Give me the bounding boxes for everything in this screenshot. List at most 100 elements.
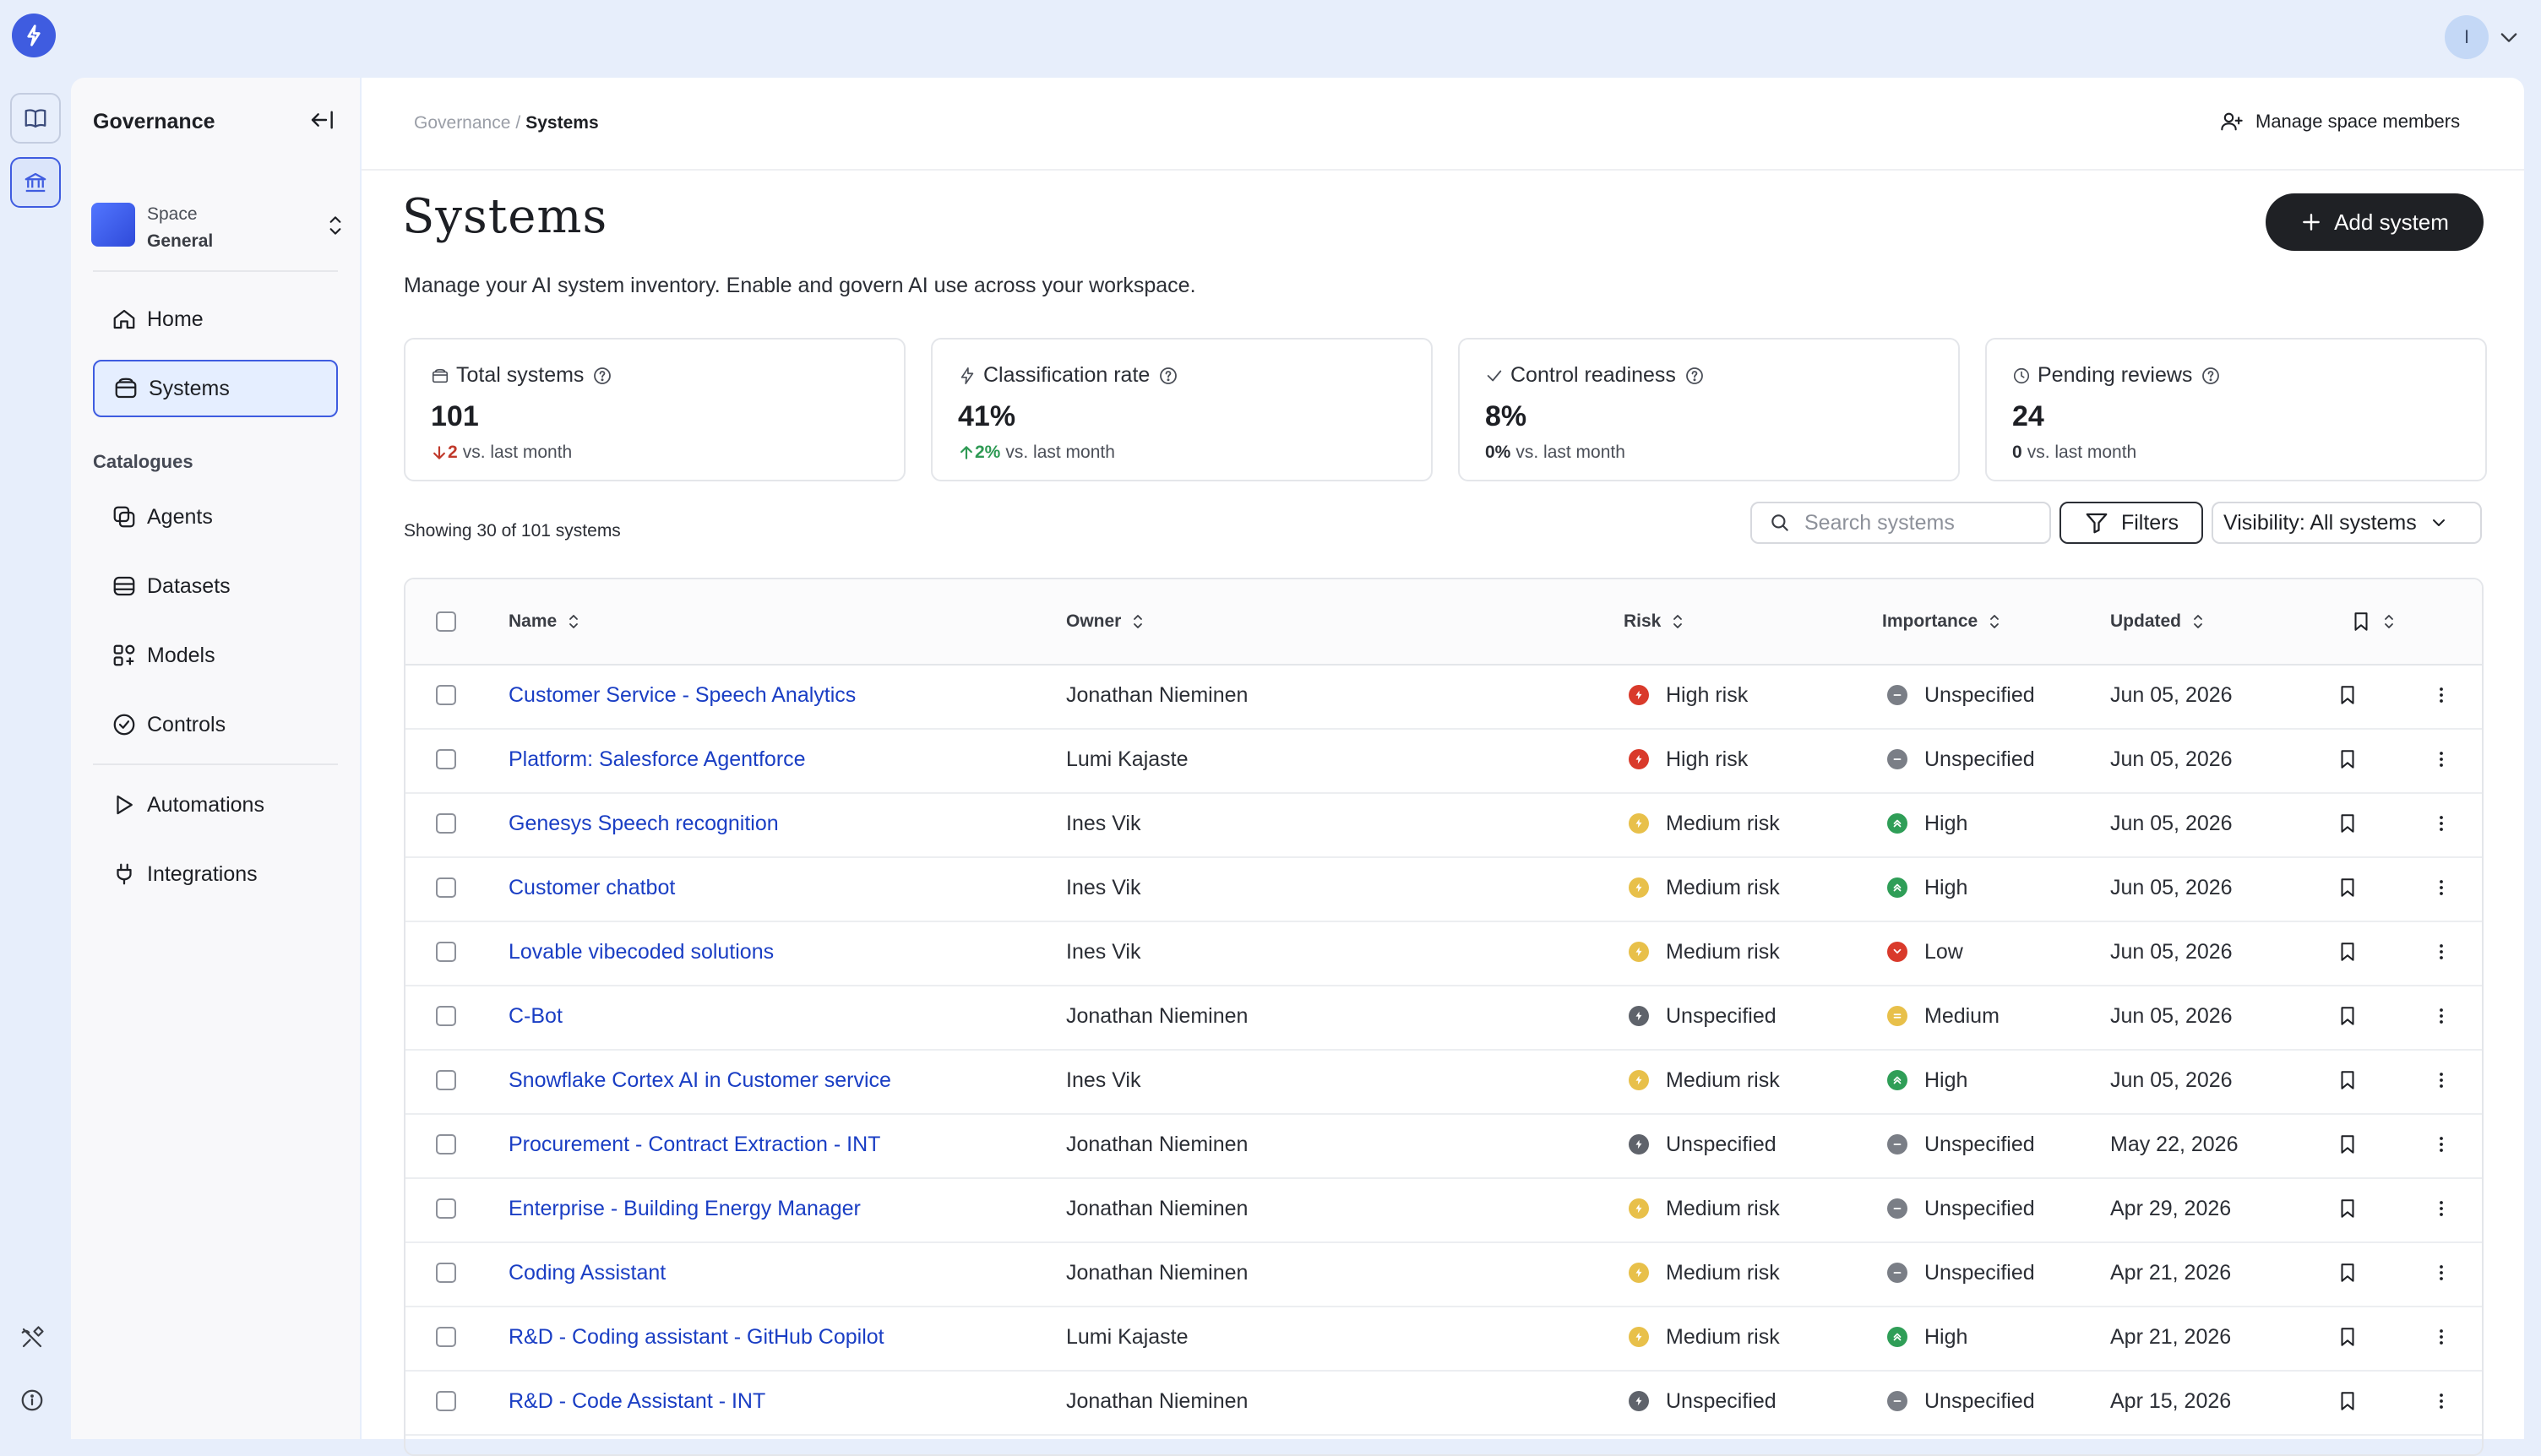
help-icon[interactable] (592, 366, 612, 386)
bookmark-button[interactable] (2337, 728, 2359, 790)
row-checkbox[interactable] (436, 1070, 456, 1090)
sidebar-item-integrations[interactable]: Integrations (93, 845, 338, 903)
bookmark-button[interactable] (2337, 1241, 2359, 1304)
sidebar-item-datasets[interactable]: Datasets (93, 557, 338, 615)
table-row[interactable]: R&D - Coding assistant - GitHub Copilot L… (405, 1306, 2482, 1372)
help-icon[interactable] (1684, 366, 1705, 386)
bookmark-button[interactable] (2337, 664, 2359, 726)
bookmark-button[interactable] (2337, 1113, 2359, 1176)
system-name-link[interactable]: Snowflake Cortex AI in Customer service (509, 1049, 891, 1111)
system-name-link[interactable]: Coding Assistant (509, 1241, 666, 1304)
column-header-name[interactable]: Name (509, 579, 580, 664)
column-header-bookmark[interactable] (2340, 579, 2396, 664)
column-header-risk[interactable]: Risk (1624, 579, 1684, 664)
sidebar-item-automations[interactable]: Automations (93, 776, 338, 834)
system-name-link[interactable]: Customer Service - Speech Analytics (509, 664, 856, 726)
bookmark-button[interactable] (2337, 856, 2359, 919)
bookmark-button[interactable] (2337, 1370, 2359, 1432)
breadcrumb-governance[interactable]: Governance (414, 113, 510, 133)
row-checkbox[interactable] (436, 685, 456, 705)
tools-icon[interactable] (17, 1323, 47, 1353)
row-checkbox[interactable] (436, 1134, 456, 1154)
table-row[interactable]: Coding Assistant Jonathan Nieminen Medium … (405, 1241, 2482, 1307)
sort-icon (569, 615, 579, 628)
row-menu-button[interactable] (2431, 1306, 2451, 1368)
help-icon[interactable] (2201, 366, 2221, 386)
chevron-down-icon[interactable] (2497, 25, 2521, 49)
row-menu-button[interactable] (2431, 728, 2451, 790)
add-system-button[interactable]: Add system (2266, 193, 2484, 251)
filters-button[interactable]: Filters (2059, 502, 2203, 544)
row-menu-button[interactable] (2431, 792, 2451, 855)
bookmark-button[interactable] (2337, 1049, 2359, 1111)
sidebar-header: Governance (71, 78, 360, 169)
docs-rail-button[interactable] (10, 93, 61, 144)
system-name-link[interactable]: Customer chatbot (509, 856, 675, 919)
table-row[interactable]: R&D - Code Assistant - INT Jonathan Niemi… (405, 1370, 2482, 1436)
app-logo-icon[interactable] (12, 14, 56, 57)
system-name-link[interactable]: Lovable vibecoded solutions (509, 921, 774, 983)
search-box[interactable] (1750, 502, 2051, 544)
table-row[interactable]: Lovable vibecoded solutions Ines Vik Mediu… (405, 921, 2482, 986)
row-checkbox[interactable] (436, 1391, 456, 1411)
sidebar-item-home[interactable]: Home (93, 291, 338, 348)
help-icon[interactable] (1158, 366, 1178, 386)
row-menu-button[interactable] (2431, 985, 2451, 1047)
visibility-select[interactable]: Visibility: All systems (2212, 502, 2482, 544)
row-menu-button[interactable] (2431, 1177, 2451, 1240)
table-row[interactable]: C-Bot Jonathan Nieminen Unspecified Medium J… (405, 985, 2482, 1051)
row-menu-button[interactable] (2431, 1113, 2451, 1176)
bookmark-button[interactable] (2337, 921, 2359, 983)
row-checkbox[interactable] (436, 813, 456, 834)
system-name-link[interactable]: Genesys Speech recognition (509, 792, 779, 855)
row-checkbox[interactable] (436, 1327, 456, 1347)
sidebar-item-controls[interactable]: Controls (93, 696, 338, 753)
column-header-owner[interactable]: Owner (1066, 579, 1145, 664)
table-row[interactable]: Enterprise - Building Energy Manager Jona… (405, 1177, 2482, 1243)
row-checkbox[interactable] (436, 1198, 456, 1219)
row-checkbox[interactable] (436, 749, 456, 769)
bookmark-button[interactable] (2337, 985, 2359, 1047)
row-menu-button[interactable] (2431, 1241, 2451, 1304)
system-name-link[interactable]: R&D - Code Assistant - INT (509, 1370, 765, 1432)
row-checkbox[interactable] (436, 1006, 456, 1026)
system-name-link[interactable]: Enterprise - Building Energy Manager (509, 1177, 861, 1240)
system-name-link[interactable]: C-Bot (509, 985, 563, 1047)
manage-space-members-button[interactable]: Manage space members (2220, 110, 2460, 133)
stat-value: 101 (431, 400, 479, 432)
table-row[interactable]: Genesys Speech recognition Ines Vik Medium… (405, 792, 2482, 858)
search-input[interactable] (1803, 509, 2026, 536)
bookmark-button[interactable] (2337, 792, 2359, 855)
sidebar-item-models[interactable]: Models (93, 627, 338, 684)
column-header-importance[interactable]: Importance (1882, 579, 2001, 664)
table-row[interactable]: Customer chatbot Ines Vik Medium risk High J… (405, 856, 2482, 922)
collapse-sidebar-icon[interactable] (309, 106, 336, 133)
sidebar-item-systems[interactable]: Systems (93, 360, 338, 417)
bookmark-button[interactable] (2337, 1177, 2359, 1240)
row-checkbox[interactable] (436, 877, 456, 898)
table-row[interactable]: Procurement - Contract Extraction - INT J… (405, 1113, 2482, 1179)
space-selector[interactable]: Space General (91, 196, 341, 263)
table-row[interactable]: Platform: Salesforce Agentforce Lumi Kaja… (405, 728, 2482, 794)
table-row[interactable]: Snowflake Cortex AI in Customer service I… (405, 1049, 2482, 1115)
user-avatar[interactable]: I (2445, 15, 2489, 59)
system-name-link[interactable]: Procurement - Contract Extraction - INT (509, 1113, 880, 1176)
importance-high-icon (1887, 813, 1907, 834)
row-menu-button[interactable] (2431, 1049, 2451, 1111)
row-checkbox[interactable] (436, 942, 456, 962)
row-menu-button[interactable] (2431, 921, 2451, 983)
row-menu-button[interactable] (2431, 1370, 2451, 1432)
row-menu-button[interactable] (2431, 856, 2451, 919)
row-menu-button[interactable] (2431, 664, 2451, 726)
system-name-link[interactable]: Platform: Salesforce Agentforce (509, 728, 806, 790)
sidebar-item-agents[interactable]: Agents (93, 488, 338, 546)
column-header-updated[interactable]: Updated (2110, 579, 2205, 664)
info-icon[interactable] (17, 1385, 47, 1415)
bookmark-button[interactable] (2337, 1306, 2359, 1368)
select-all-checkbox[interactable] (436, 611, 456, 632)
table-row[interactable]: Customer Service - Speech Analytics Jonat… (405, 664, 2482, 730)
row-checkbox[interactable] (436, 1263, 456, 1283)
governance-rail-button[interactable] (10, 157, 61, 208)
more-vertical-icon (2440, 1265, 2443, 1280)
system-name-link[interactable]: R&D - Coding assistant - GitHub Copilot (509, 1306, 884, 1368)
